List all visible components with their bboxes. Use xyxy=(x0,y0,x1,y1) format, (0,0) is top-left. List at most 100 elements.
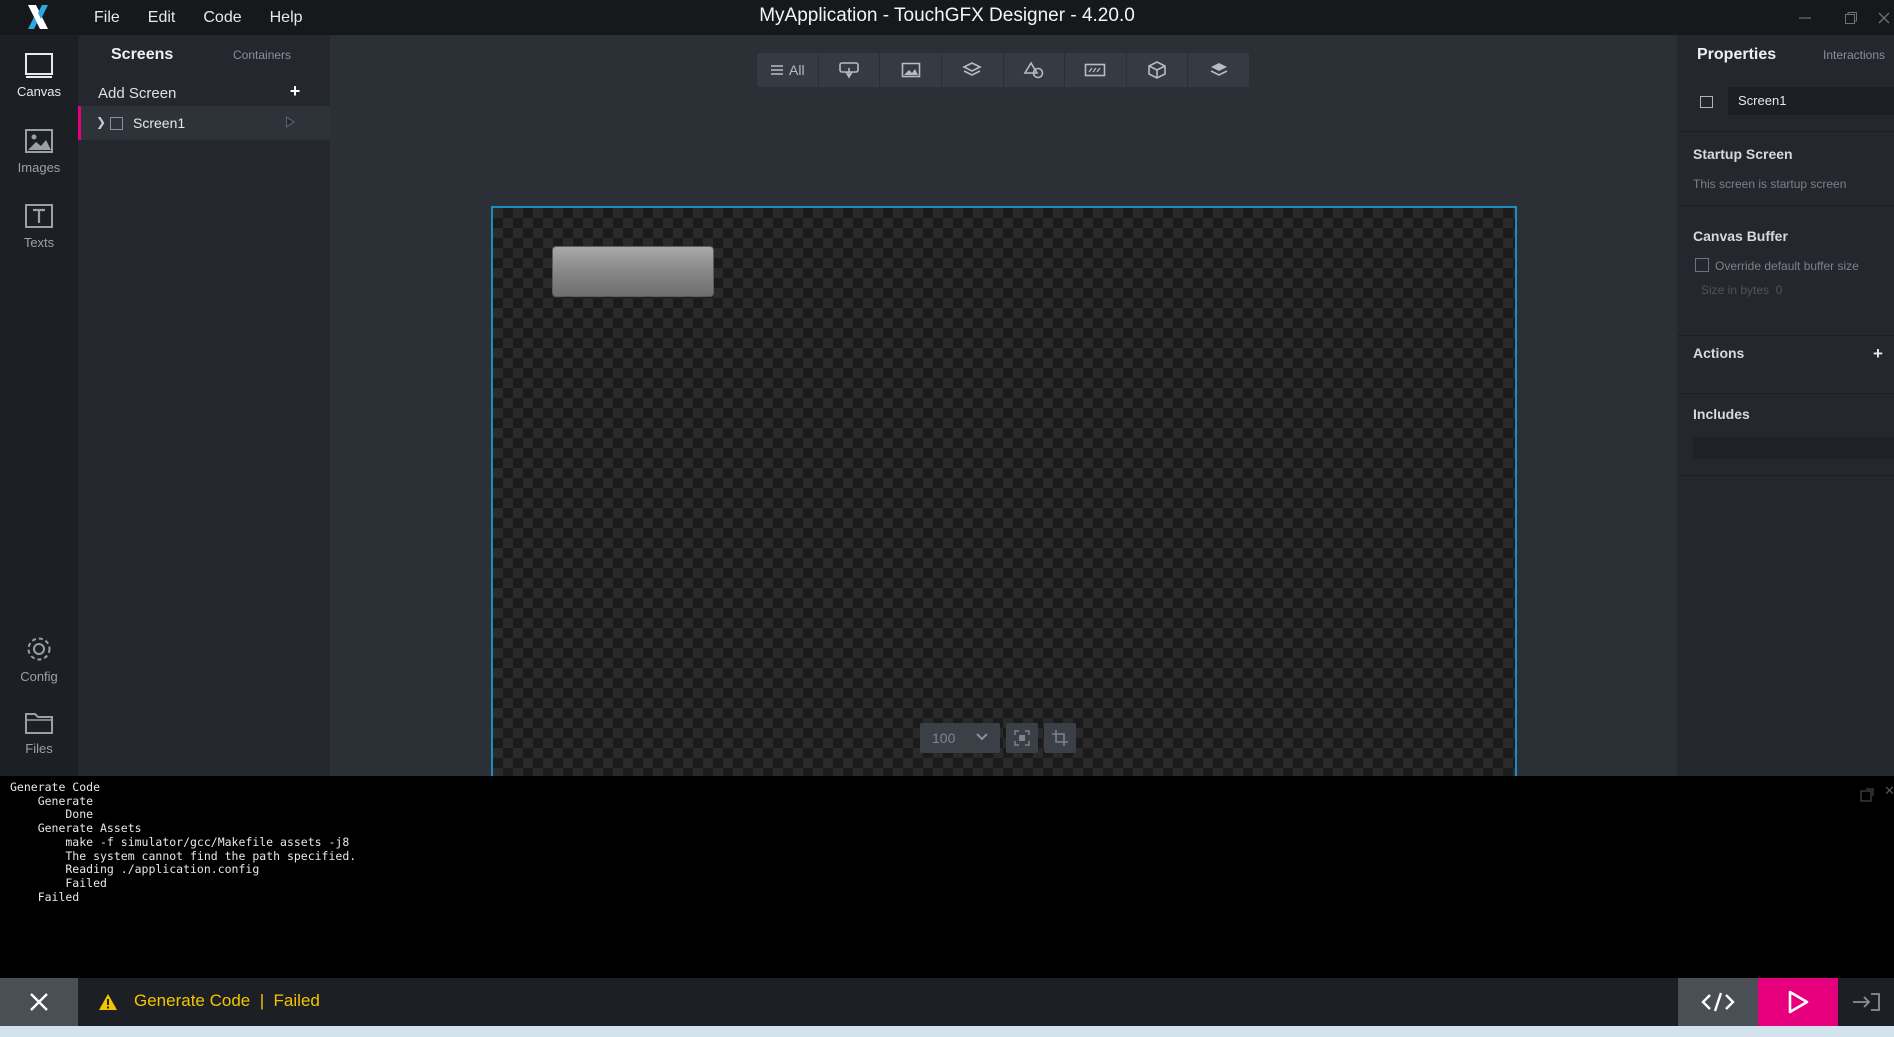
container-widgets-button[interactable] xyxy=(942,53,1004,87)
status-bar: Generate Code | Failed xyxy=(0,978,1894,1026)
nav-canvas[interactable]: Canvas xyxy=(0,52,78,99)
add-screen-row: Add Screen + xyxy=(78,78,330,108)
includes-heading: Includes xyxy=(1693,406,1750,422)
restore-button[interactable] xyxy=(1828,0,1874,35)
canvas-area: All 100 xyxy=(330,35,1677,778)
screen-icon xyxy=(110,117,123,130)
filter-all-button[interactable]: All xyxy=(757,53,819,87)
screens-panel-tabs: Screens Containers xyxy=(78,35,330,73)
menu-code[interactable]: Code xyxy=(189,0,255,35)
console-output: Generate Code Generate Done Generate Ass… xyxy=(0,776,1894,978)
override-buffer-label: Override default buffer size xyxy=(1715,259,1859,273)
console-line: The system cannot find the path specifie… xyxy=(10,848,357,863)
nav-images-label: Images xyxy=(17,160,61,175)
startup-screen-heading: Startup Screen xyxy=(1693,146,1793,162)
close-window-button[interactable] xyxy=(1874,0,1894,35)
gear-icon xyxy=(27,637,51,661)
screen-list-item[interactable]: ❯ Screen1 xyxy=(78,106,330,140)
tab-screens[interactable]: Screens xyxy=(111,46,173,64)
keyboard-widgets-button[interactable] xyxy=(1065,53,1127,87)
console-line: Failed xyxy=(10,889,80,904)
window-controls xyxy=(1782,0,1894,35)
menu-file[interactable]: File xyxy=(80,0,134,35)
minimize-icon xyxy=(1799,16,1811,19)
screens-panel: Screens Containers Add Screen + ❯ Screen… xyxy=(78,35,330,776)
button-widget[interactable] xyxy=(552,246,714,297)
nav-texts[interactable]: Texts xyxy=(0,203,78,250)
zoom-select[interactable]: 100 xyxy=(920,723,1000,753)
tab-interactions[interactable]: Interactions xyxy=(1823,48,1885,62)
size-in-bytes-value: 0 xyxy=(1775,283,1783,297)
screen-canvas[interactable] xyxy=(491,206,1517,778)
canvas-icon xyxy=(25,53,53,78)
interaction-widgets-button[interactable] xyxy=(819,53,881,87)
add-action-button[interactable]: + xyxy=(1873,344,1883,364)
nav-images[interactable]: Images xyxy=(0,128,78,175)
title-bar: File Edit Code Help MyApplication - Touc… xyxy=(0,0,1894,35)
minimize-button[interactable] xyxy=(1782,0,1828,35)
menu-help[interactable]: Help xyxy=(256,0,317,35)
generate-code-button[interactable] xyxy=(1678,978,1758,1026)
close-status-button[interactable] xyxy=(0,978,78,1026)
image-icon xyxy=(901,62,920,78)
widget-toolbar: All xyxy=(757,53,1249,87)
screen-name-row: Screen1 xyxy=(1692,87,1894,115)
divider xyxy=(1677,475,1894,476)
left-navigation: Canvas Images Texts Config Files xyxy=(0,35,78,776)
shape-widgets-button[interactable] xyxy=(1004,53,1066,87)
3d-widgets-button[interactable] xyxy=(1127,53,1189,87)
restore-icon xyxy=(1845,11,1857,24)
close-icon xyxy=(1878,12,1890,23)
crop-button[interactable] xyxy=(1044,723,1076,753)
divider xyxy=(1677,131,1894,132)
nav-files[interactable]: Files xyxy=(0,709,78,756)
expand-console-icon[interactable] xyxy=(1860,788,1874,802)
images-icon xyxy=(25,129,53,153)
menu-edit[interactable]: Edit xyxy=(134,0,190,35)
override-buffer-checkbox[interactable] xyxy=(1695,258,1709,272)
nav-canvas-label: Canvas xyxy=(16,84,62,99)
play-icon xyxy=(1788,990,1809,1014)
exit-button[interactable] xyxy=(1838,978,1894,1026)
stack-icon xyxy=(962,62,982,76)
nav-config-label: Config xyxy=(20,669,58,684)
console-line: make -f simulator/gcc/Makefile assets -j… xyxy=(10,834,350,849)
folder-icon xyxy=(25,713,53,734)
set-startup-icon[interactable] xyxy=(286,116,295,128)
layers-widgets-button[interactable] xyxy=(1188,53,1249,87)
startup-screen-text: This screen is startup screen xyxy=(1693,177,1847,191)
console-line: Reading ./application.config xyxy=(10,862,260,877)
chevron-right-icon[interactable]: ❯ xyxy=(96,115,106,129)
run-simulator-button[interactable] xyxy=(1758,978,1838,1026)
screen-icon xyxy=(1700,96,1713,108)
code-icon xyxy=(1701,992,1735,1012)
taskbar-strip xyxy=(0,1026,1894,1037)
crop-icon xyxy=(1052,730,1068,746)
includes-input[interactable] xyxy=(1693,437,1894,459)
add-screen-button[interactable]: + xyxy=(285,81,305,102)
cube-icon xyxy=(1148,61,1166,79)
fit-to-screen-button[interactable] xyxy=(1006,723,1038,753)
zoom-value: 100 xyxy=(932,730,956,746)
list-icon xyxy=(771,65,784,75)
size-in-bytes-text: Size in bytes xyxy=(1701,283,1770,297)
console-line: Generate Assets xyxy=(10,821,142,836)
console-line: Generate Code xyxy=(10,780,101,794)
screen-label: Screen1 xyxy=(133,115,186,131)
screen-name-input[interactable]: Screen1 xyxy=(1728,87,1894,115)
tab-containers[interactable]: Containers xyxy=(233,48,291,62)
nav-texts-label: Texts xyxy=(23,235,55,250)
close-console-icon[interactable]: ✕ xyxy=(1884,783,1894,799)
tab-properties[interactable]: Properties xyxy=(1697,46,1776,64)
image-widgets-button[interactable] xyxy=(880,53,942,87)
nav-config[interactable]: Config xyxy=(0,635,78,684)
console-line: Failed xyxy=(10,875,107,890)
status-message[interactable]: Generate Code | Failed xyxy=(134,991,320,1011)
divider xyxy=(1677,205,1894,206)
properties-panel: Properties Interactions Screen1 Startup … xyxy=(1677,35,1894,776)
zoom-controls: 100 xyxy=(920,723,1076,755)
touch-icon xyxy=(839,62,859,79)
size-in-bytes-label: Size in bytes 0 xyxy=(1701,283,1782,297)
chevron-down-icon xyxy=(976,733,988,741)
shapes-icon xyxy=(1023,61,1044,79)
